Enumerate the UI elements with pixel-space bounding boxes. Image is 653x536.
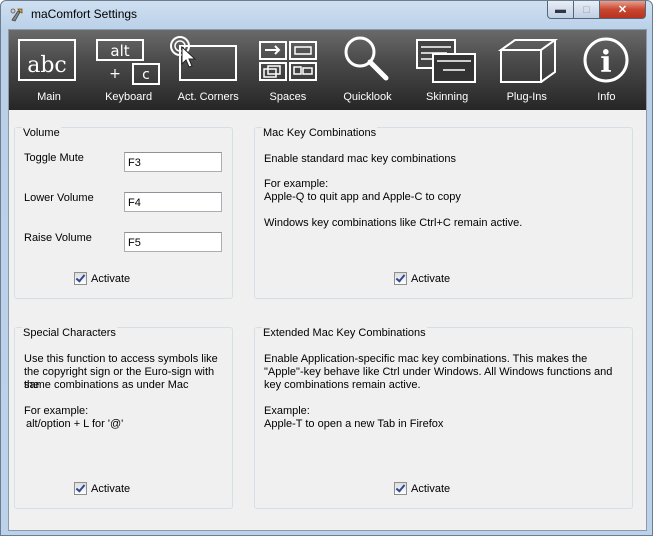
abc-icon: abc bbox=[18, 39, 76, 81]
extended-keys-line1: Enable Application-specific mac key comb… bbox=[264, 353, 588, 365]
app-icon bbox=[10, 8, 23, 22]
tab-spaces-label: Spaces bbox=[269, 91, 307, 103]
special-chars-activate-checkbox[interactable]: Activate bbox=[74, 482, 130, 495]
app-window: maComfort Settings ▬ □ ✕ abc Main alt + … bbox=[0, 0, 653, 536]
tab-plugins-label: Plug-Ins bbox=[506, 91, 547, 103]
spaces-icon bbox=[258, 41, 317, 81]
special-chars-line1: Use this function to access symbols like bbox=[24, 353, 218, 365]
lower-volume-field[interactable] bbox=[124, 192, 222, 212]
special-chars-line4: For example: bbox=[24, 405, 89, 417]
info-icon: i bbox=[583, 37, 629, 83]
lower-volume-label: Lower Volume bbox=[24, 192, 94, 204]
toggle-mute-field[interactable] bbox=[124, 152, 222, 172]
special-chars-line5: alt/option + L for '@' bbox=[26, 418, 124, 430]
abc-icon-text: abc bbox=[27, 53, 67, 78]
close-icon: ✕ bbox=[617, 4, 628, 16]
keyboard-alt-text: alt bbox=[110, 42, 129, 60]
settings-panel: abc Main alt + c Keyboard Act. Corners S… bbox=[8, 29, 647, 531]
checkmark-icon bbox=[394, 272, 407, 285]
mac-keys-line3: Apple-Q to quit app and Apple-C to copy bbox=[264, 191, 461, 203]
skinning-icon bbox=[416, 39, 477, 83]
extended-keys-activate-checkbox[interactable]: Activate bbox=[394, 482, 450, 495]
keyboard-icon: alt + c bbox=[95, 39, 160, 85]
raise-volume-label: Raise Volume bbox=[24, 232, 92, 244]
tab-active-corners-label: Act. Corners bbox=[177, 91, 239, 103]
tab-info-label: Info bbox=[597, 91, 616, 103]
special-chars-activate-label: Activate bbox=[91, 482, 131, 495]
special-chars-group-title: Special Characters bbox=[22, 327, 117, 339]
extended-keys-line4: Example: bbox=[264, 405, 310, 417]
volume-activate-checkbox[interactable]: Activate bbox=[74, 272, 130, 285]
mac-keys-line2: For example: bbox=[264, 178, 329, 190]
cube-icon bbox=[497, 39, 558, 83]
maximize-button[interactable]: □ bbox=[574, 1, 600, 19]
minimize-icon: ▬ bbox=[555, 3, 566, 16]
checkmark-icon bbox=[74, 272, 87, 285]
volume-group: Volume Toggle Mute Lower Volume Raise Vo… bbox=[14, 127, 233, 299]
extended-keys-group-title: Extended Mac Key Combinations bbox=[262, 327, 427, 339]
tab-keyboard-label: Keyboard bbox=[105, 91, 153, 103]
tab-main[interactable]: abc Main bbox=[9, 30, 89, 110]
tab-info[interactable]: i Info bbox=[566, 30, 646, 110]
caption-buttons: ▬ □ ✕ bbox=[547, 1, 646, 20]
tab-quicklook[interactable]: Quicklook bbox=[328, 30, 408, 110]
mac-keys-group: Mac Key Combinations Enable standard mac… bbox=[254, 127, 633, 299]
tab-active-corners[interactable]: Act. Corners bbox=[168, 30, 248, 110]
magnifier-icon bbox=[344, 36, 388, 81]
info-glyph: i bbox=[601, 45, 612, 80]
checkmark-icon bbox=[394, 482, 407, 495]
mac-keys-group-title: Mac Key Combinations bbox=[262, 127, 378, 139]
extended-keys-group: Extended Mac Key Combinations Enable App… bbox=[254, 327, 633, 509]
toolbar: abc Main alt + c Keyboard Act. Corners S… bbox=[9, 30, 646, 110]
window-title: maComfort Settings bbox=[31, 7, 138, 21]
tab-main-label: Main bbox=[37, 91, 61, 103]
mac-keys-activate-checkbox[interactable]: Activate bbox=[394, 272, 450, 285]
mac-keys-line1: Enable standard mac key combinations bbox=[264, 153, 456, 165]
extended-keys-activate-label: Activate bbox=[411, 482, 451, 495]
close-button[interactable]: ✕ bbox=[600, 1, 646, 19]
extended-keys-line2: "Apple"-key behave like Ctrl under Windo… bbox=[264, 366, 613, 378]
keyboard-plus-text: + bbox=[109, 66, 121, 82]
keyboard-c-text: c bbox=[142, 67, 150, 83]
tab-keyboard[interactable]: alt + c Keyboard bbox=[89, 30, 169, 110]
volume-activate-label: Activate bbox=[91, 272, 131, 285]
tab-quicklook-label: Quicklook bbox=[343, 91, 392, 103]
volume-group-title: Volume bbox=[22, 127, 61, 139]
tab-plugins[interactable]: Plug-Ins bbox=[487, 30, 567, 110]
tab-skinning[interactable]: Skinning bbox=[407, 30, 487, 110]
extended-keys-line3: key combinations remain active. bbox=[264, 379, 421, 391]
active-corners-icon bbox=[170, 36, 238, 81]
toggle-mute-label: Toggle Mute bbox=[24, 152, 84, 164]
raise-volume-field[interactable] bbox=[124, 232, 222, 252]
tab-skinning-label: Skinning bbox=[426, 91, 469, 103]
maximize-icon: □ bbox=[583, 3, 590, 16]
checkmark-icon bbox=[74, 482, 87, 495]
special-chars-line3: same combinations as under Mac bbox=[24, 379, 189, 391]
title-bar[interactable]: maComfort Settings ▬ □ ✕ bbox=[1, 1, 652, 29]
mac-keys-activate-label: Activate bbox=[411, 272, 451, 285]
mac-keys-line4: Windows key combinations like Ctrl+C rem… bbox=[264, 217, 523, 229]
minimize-button[interactable]: ▬ bbox=[547, 1, 574, 19]
extended-keys-line5: Apple-T to open a new Tab in Firefox bbox=[264, 418, 444, 430]
tab-spaces[interactable]: Spaces bbox=[248, 30, 328, 110]
special-chars-group: Special Characters Use this function to … bbox=[14, 327, 233, 509]
